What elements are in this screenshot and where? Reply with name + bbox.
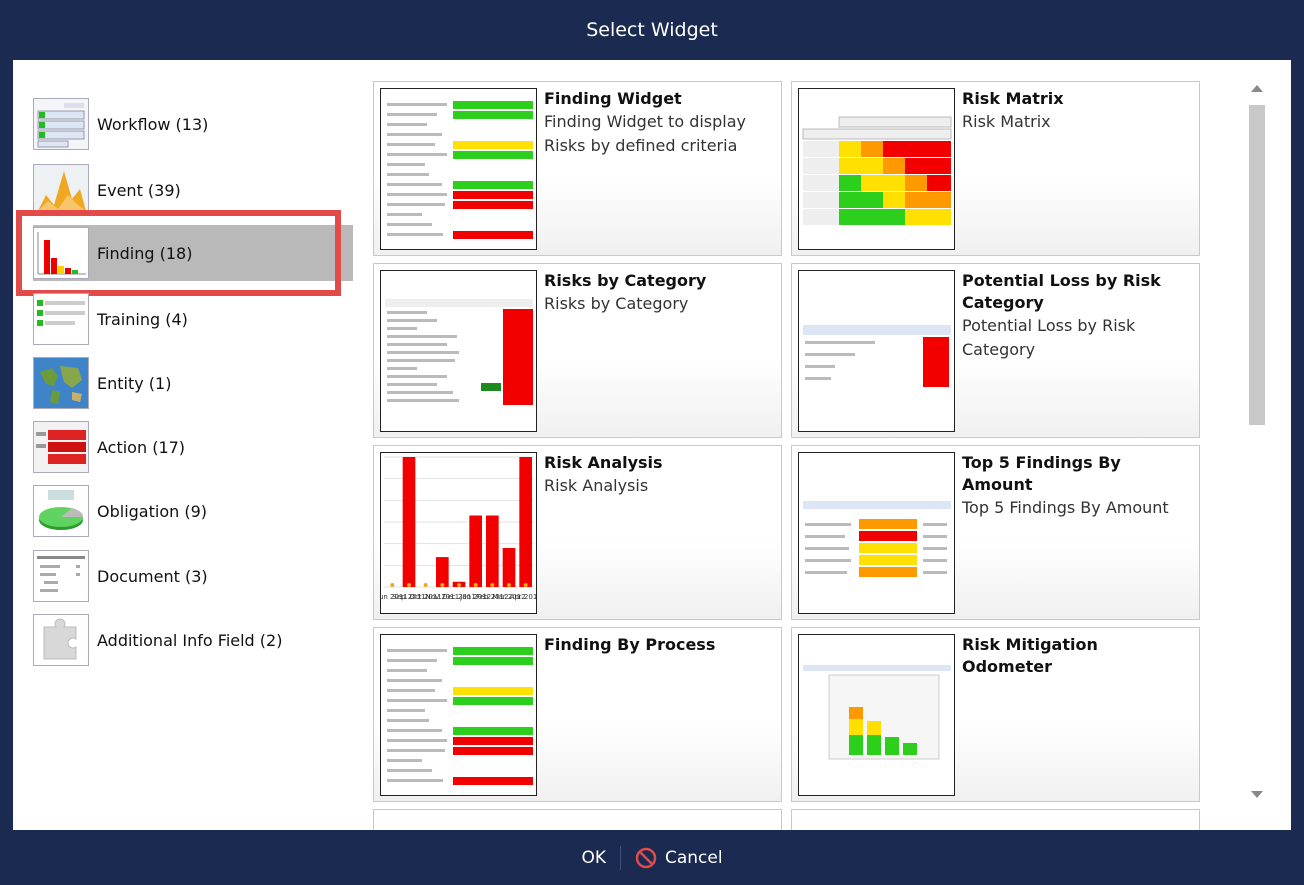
category-label: Additional Info Field (2) <box>97 630 283 650</box>
category-obligation[interactable]: Obligation (9) <box>33 483 353 539</box>
risk-bar <box>469 515 482 587</box>
dialog-title: Select Widget <box>586 19 718 41</box>
widget-description: Top 5 Findings By Amount <box>962 498 1169 517</box>
risk-marker <box>457 583 461 587</box>
risks-by-category-preview <box>380 270 537 432</box>
scrollbar-thumb[interactable] <box>1249 105 1265 425</box>
widget-card-risk-analysis[interactable]: Jun 2011Sep 2011Oct 2011Nov 2011Dec 2011… <box>373 445 782 620</box>
category-document[interactable]: Document (3) <box>33 548 353 604</box>
risk-marker <box>507 583 511 587</box>
widget-description: Risk Analysis <box>544 476 649 495</box>
potential-loss-preview <box>798 270 955 432</box>
risk-marker <box>473 583 478 587</box>
risk-marker <box>423 583 428 587</box>
category-training[interactable]: Training (4) <box>33 291 353 347</box>
widget-title: Finding By Process <box>544 635 716 654</box>
vertical-scrollbar[interactable] <box>1245 75 1269 810</box>
top5-findings-preview <box>798 452 955 614</box>
risk-bar <box>519 457 532 587</box>
select-widget-dialog: Select Widget Workflow (13) Event (39) F… <box>0 0 1304 885</box>
category-entity[interactable]: Entity (1) <box>33 355 353 411</box>
widget-card-risks-by-category[interactable]: Risks by Category Risks by Category <box>373 263 782 438</box>
category-label: Event (39) <box>97 180 181 200</box>
risk-marker <box>390 583 395 587</box>
workflow-icon <box>33 98 89 150</box>
risk-mitigation-preview <box>798 634 955 796</box>
dialog-footer: OK Cancel <box>0 830 1304 885</box>
category-label: Finding (18) <box>97 243 193 263</box>
category-finding[interactable]: Finding (18) <box>33 225 353 281</box>
scroll-down-icon[interactable] <box>1251 791 1263 798</box>
risk-marker <box>523 583 528 587</box>
widget-card-potential-loss[interactable]: Potential Loss by Risk Category Potentia… <box>791 263 1200 438</box>
ok-button[interactable]: OK <box>581 848 606 868</box>
category-workflow[interactable]: Workflow (13) <box>33 96 353 152</box>
dialog-content: Workflow (13) Event (39) Finding (18) Tr… <box>13 60 1291 830</box>
risk-bar <box>436 557 449 587</box>
category-label: Training (4) <box>97 309 188 329</box>
widget-description: Finding Widget to display Risks by defin… <box>544 112 746 155</box>
risk-marker <box>490 583 495 587</box>
widget-title: Top 5 Findings By Amount <box>962 453 1121 494</box>
category-label: Obligation (9) <box>97 501 207 521</box>
widget-card-finding-widget[interactable]: Finding Widget Finding Widget to display… <box>373 81 782 256</box>
category-label: Workflow (13) <box>97 114 209 134</box>
dialog-title-bar: Select Widget <box>0 0 1304 60</box>
widget-title: Finding Widget <box>544 89 682 108</box>
finding-by-process-preview <box>380 634 537 796</box>
world-map-icon <box>33 357 89 409</box>
training-icon <box>33 293 89 345</box>
action-bar-icon <box>33 421 89 473</box>
widget-card-risk-matrix[interactable]: Risk Matrix Risk Matrix <box>791 81 1200 256</box>
category-label: Action (17) <box>97 437 186 457</box>
risk-marker <box>440 583 445 587</box>
risk-bar <box>402 457 416 587</box>
widget-card-partial[interactable] <box>373 809 782 830</box>
widget-title: Risk Mitigation Odometer <box>962 635 1098 676</box>
risk-analysis-preview: Jun 2011Sep 2011Oct 2011Nov 2011Dec 2011… <box>380 452 537 614</box>
widget-description: Potential Loss by Risk Category <box>962 316 1136 359</box>
widget-card-partial[interactable] <box>791 809 1200 830</box>
category-event[interactable]: Event (39) <box>33 162 353 218</box>
x-tick-label: Apr 2012 <box>510 593 536 601</box>
document-icon <box>33 550 89 602</box>
cancel-button[interactable]: Cancel <box>635 847 723 869</box>
finding-chart-icon <box>33 227 89 279</box>
finding-widget-preview <box>380 88 537 250</box>
widget-description: Risks by Category <box>544 294 689 313</box>
event-chart-icon <box>33 164 89 216</box>
obligation-pie-icon <box>33 485 89 537</box>
widget-card-top5-findings[interactable]: Top 5 Findings By Amount Top 5 Findings … <box>791 445 1200 620</box>
risk-bar <box>486 515 499 587</box>
risk-marker <box>407 583 411 587</box>
widget-title: Potential Loss by Risk Category <box>962 271 1161 312</box>
category-additional-info-field[interactable]: Additional Info Field (2) <box>33 612 353 668</box>
widget-title: Risk Analysis <box>544 453 663 472</box>
category-label: Document (3) <box>97 566 208 586</box>
footer-divider <box>619 845 621 870</box>
widget-card-finding-by-process[interactable]: Finding By Process <box>373 627 782 802</box>
cancel-label: Cancel <box>664 847 723 868</box>
widget-title: Risks by Category <box>544 271 707 290</box>
risk-bar <box>502 548 516 587</box>
risk-matrix-preview <box>798 88 955 250</box>
widget-title: Risk Matrix <box>962 89 1064 108</box>
category-label: Entity (1) <box>97 373 172 393</box>
cancel-icon <box>635 847 657 868</box>
scroll-up-icon[interactable] <box>1251 85 1263 92</box>
puzzle-icon <box>33 614 89 666</box>
category-action[interactable]: Action (17) <box>33 419 353 475</box>
widget-description: Risk Matrix <box>962 112 1051 131</box>
widget-card-risk-mitigation-odometer[interactable]: Risk Mitigation Odometer <box>791 627 1200 802</box>
